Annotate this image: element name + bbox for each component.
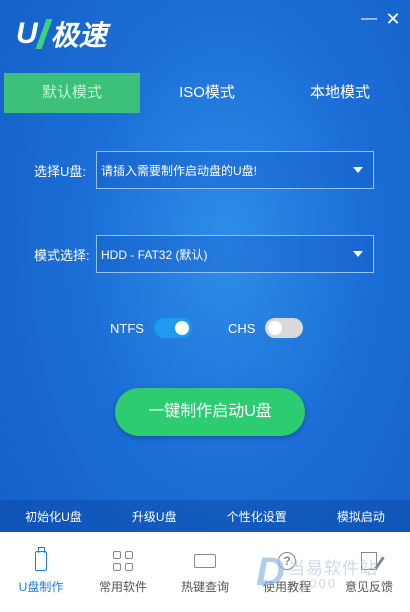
bottom-nav: U盘制作 常用软件 热键查询 ? 使用教程 意见反馈 xyxy=(0,532,410,612)
chevron-down-icon xyxy=(353,167,363,173)
brand-slash-mark xyxy=(35,19,53,49)
help-icon: ? xyxy=(278,551,296,570)
usb-drive-icon xyxy=(35,546,47,571)
chs-toggle[interactable] xyxy=(265,318,304,338)
apps-grid-icon xyxy=(113,550,133,571)
chs-label: CHS xyxy=(227,320,256,336)
tab-default-mode[interactable]: 默认模式 xyxy=(4,73,140,113)
personalize-settings-link[interactable]: 个性化设置 xyxy=(227,508,287,525)
nav-label: 意见反馈 xyxy=(344,579,393,594)
usb-select-label: 选择U盘: xyxy=(34,163,87,179)
mode-select-dropdown[interactable]: HDD - FAT32 (默认) xyxy=(96,235,374,273)
upgrade-usb-link[interactable]: 升级U盘 xyxy=(132,508,177,525)
nav-label: 常用软件 xyxy=(98,579,147,594)
toggle-knob xyxy=(174,321,189,335)
usb-select-dropdown[interactable]: 请插入需要制作启动盘的U盘! xyxy=(96,151,374,189)
chevron-down-icon xyxy=(353,251,363,257)
minimize-button[interactable]: — xyxy=(360,10,378,28)
usb-select-value: 请插入需要制作启动盘的U盘! xyxy=(101,163,258,178)
mode-select-value: HDD - FAT32 (默认) xyxy=(101,247,208,262)
nav-hotkey-query[interactable]: 热键查询 xyxy=(164,532,246,612)
create-boot-usb-button[interactable]: 一键制作启动U盘 xyxy=(115,388,305,436)
tab-iso-mode[interactable]: ISO模式 xyxy=(140,73,274,113)
keyboard-icon xyxy=(194,553,216,568)
brand-letter: U xyxy=(16,17,38,50)
feedback-edit-icon xyxy=(361,551,377,570)
nav-tutorial[interactable]: ? 使用教程 xyxy=(246,532,328,612)
usb-select-row: 选择U盘: 请插入需要制作启动盘的U盘! xyxy=(34,151,374,189)
ntfs-toggle[interactable] xyxy=(153,318,192,338)
nav-common-software[interactable]: 常用软件 xyxy=(82,532,164,612)
toggle-knob xyxy=(268,321,283,335)
function-bar: 初始化U盘 升级U盘 个性化设置 模拟启动 xyxy=(0,500,410,532)
init-usb-link[interactable]: 初始化U盘 xyxy=(25,508,82,525)
brand-name: 极速 xyxy=(50,20,107,51)
mode-tabs: 默认模式 ISO模式 本地模式 xyxy=(4,73,406,113)
nav-feedback[interactable]: 意见反馈 xyxy=(328,532,410,612)
nav-usb-make[interactable]: U盘制作 xyxy=(0,532,82,612)
close-button[interactable]: ✕ xyxy=(384,10,402,28)
format-toggles: NTFS CHS xyxy=(110,318,304,338)
nav-label: U盘制作 xyxy=(18,579,64,594)
simulate-boot-link[interactable]: 模拟启动 xyxy=(337,508,385,525)
brand-logo: U 极速 xyxy=(16,14,107,54)
ntfs-label: NTFS xyxy=(110,320,144,336)
mode-select-row: 模式选择: HDD - FAT32 (默认) xyxy=(34,235,374,273)
nav-label: 使用教程 xyxy=(262,579,311,594)
nav-label: 热键查询 xyxy=(180,579,229,594)
tab-local-mode[interactable]: 本地模式 xyxy=(274,73,406,113)
mode-select-label: 模式选择: xyxy=(34,247,90,263)
app-window: U 极速 — ✕ 默认模式 ISO模式 本地模式 选择U盘: 请插入需要制作启动… xyxy=(0,0,410,612)
